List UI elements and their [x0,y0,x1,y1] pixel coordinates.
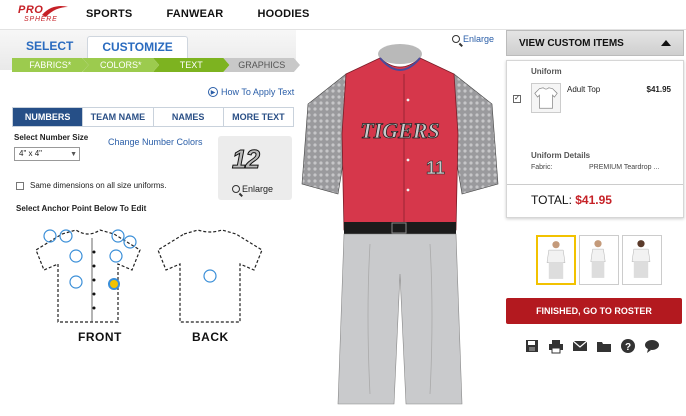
view-custom-items-button[interactable]: VIEW CUSTOM ITEMS [506,30,684,56]
view-thumbnails [536,235,662,285]
number-size-label: Select Number Size [14,133,89,142]
step-graphics[interactable]: GRAPHICS [223,58,300,72]
chevron-down-icon: ▼ [70,151,77,158]
change-number-colors-link[interactable]: Change Number Colors [108,137,203,147]
shirt-icon [534,87,558,109]
order-total: TOTAL: $41.95 [531,193,612,207]
nav-fanwear[interactable]: FANWEAR [166,8,223,20]
order-panel: VIEW CUSTOM ITEMS Uniform ✓ Adult Top $4… [504,30,686,416]
fabric-row: Fabric: PREMIUM Teardrop ... [531,164,660,171]
item-price: $41.95 [646,85,671,94]
zoom-in-icon [232,185,240,193]
thumbnail-front[interactable] [536,235,576,285]
print-icon[interactable] [548,338,564,354]
front-label: FRONT [78,330,122,344]
nav-sports[interactable]: SPORTS [86,8,132,20]
tab-numbers[interactable]: NUMBERS [13,108,84,126]
tab-team-name[interactable]: TEAM NAME [83,108,154,126]
item-name: Adult Top [567,85,601,94]
step-text[interactable]: TEXT [153,58,230,72]
how-to-apply-link[interactable]: ▶ How To Apply Text [208,87,294,97]
chat-icon[interactable] [644,338,660,354]
same-dimensions-checkbox[interactable] [16,181,24,190]
main-nav: SPORTS FANWEAR HOODIES [86,8,344,20]
tab-names[interactable]: NAMES [153,108,224,126]
tab-more-text[interactable]: MORE TEXT [223,108,293,126]
enlarge-preview-link[interactable]: Enlarge [232,184,273,194]
customize-panel: SELECT CUSTOMIZE FABRICS* COLORS* TEXT G… [0,30,300,416]
action-icons: ? [524,338,660,354]
top-bar: PRO SPHERE SPORTS FANWEAR HOODIES [0,0,686,30]
thumbnail-back[interactable] [622,235,662,285]
thumbnail-side[interactable] [579,235,619,285]
text-subtabs: NUMBERS TEAM NAME NAMES MORE TEXT [12,107,294,127]
uniform-preview[interactable]: TIGERS 11 [300,34,500,410]
tab-select[interactable]: SELECT [12,36,87,58]
mode-tabs: SELECT CUSTOMIZE [12,36,188,58]
back-shirt-diagram [157,229,263,323]
save-icon[interactable] [524,338,540,354]
anchor-point-selected [108,278,120,290]
play-icon: ▶ [208,87,218,97]
anchor-point [43,229,57,243]
number-preview[interactable]: 12 Enlarge [218,136,292,200]
player-side-icon [590,240,606,278]
custom-items-list: Uniform ✓ Adult Top $41.95 Uniform Detai… [506,60,684,218]
caret-up-icon [661,40,671,46]
jersey-number: 11 [426,158,445,178]
finished-go-to-roster-button[interactable]: FINISHED, GO TO ROSTER [506,298,682,324]
same-dimensions-option[interactable]: Same dimensions on all size uniforms. [16,181,167,190]
player-back-icon [631,240,651,278]
number-size-select[interactable]: 4" x 4" ▼ [14,147,80,161]
progress-steps: FABRICS* COLORS* TEXT GRAPHICS [12,58,300,72]
item-checkbox[interactable]: ✓ [513,95,521,103]
anchor-title: Select Anchor Point Below To Edit [16,204,147,213]
item-thumbnail[interactable] [531,83,561,113]
tab-customize[interactable]: CUSTOMIZE [87,36,188,58]
svg-text:?: ? [625,342,631,353]
player-front-icon [546,241,566,279]
share-icon[interactable] [572,338,588,354]
step-colors[interactable]: COLORS* [82,58,159,72]
prosphere-logo[interactable]: PRO SPHERE [18,3,70,27]
back-label: BACK [192,330,229,344]
step-fabrics[interactable]: FABRICS* [12,58,89,72]
help-icon[interactable]: ? [620,338,636,354]
jersey-team-text: TIGERS [360,118,439,143]
folder-icon[interactable] [596,338,612,354]
front-shirt-diagram [35,229,141,323]
nav-hoodies[interactable]: HOODIES [257,8,309,20]
